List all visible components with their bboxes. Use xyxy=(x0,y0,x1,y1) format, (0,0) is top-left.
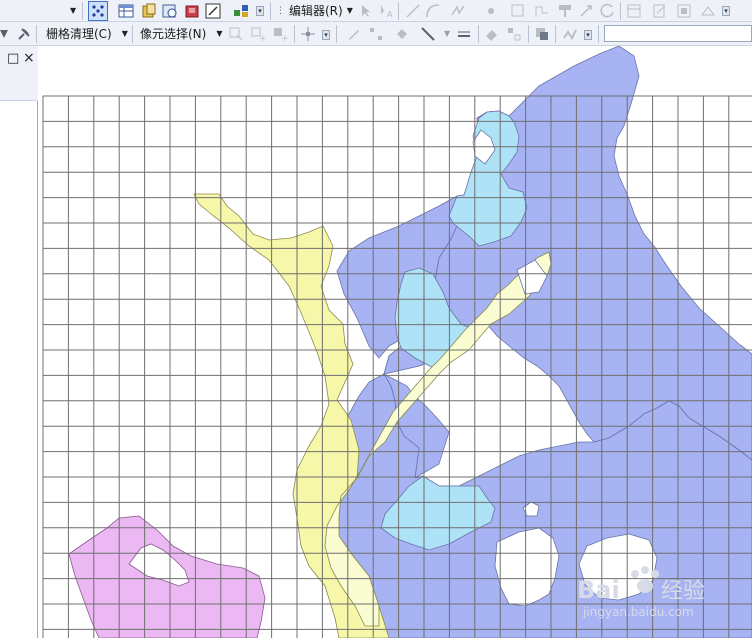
map-canvas[interactable]: Bai 经验 jingyan.baidu.com xyxy=(39,46,752,638)
table-icon[interactable] xyxy=(118,3,134,19)
map-display[interactable]: Bai 经验 jingyan.baidu.com xyxy=(39,46,752,638)
table-of-contents-panel: □ × xyxy=(0,46,38,638)
pencil-icon[interactable] xyxy=(346,26,362,42)
pin-icon[interactable]: □ xyxy=(7,52,19,66)
svg-text:A: A xyxy=(387,10,393,19)
endpoint-arc-icon[interactable] xyxy=(425,3,441,19)
cell-selection-menu[interactable]: 像元选择(N) ▼ xyxy=(140,22,223,45)
chevron-down-icon: ▼ xyxy=(121,29,128,38)
toolbar-separator xyxy=(398,2,399,20)
vertex-tool-icon[interactable] xyxy=(300,26,316,42)
toolbar-separator xyxy=(132,25,133,43)
search-window-icon[interactable] xyxy=(162,3,178,19)
generalize-icon[interactable] xyxy=(562,26,578,42)
raster-cleanup-menu[interactable]: 栅格清理(C) ▼ xyxy=(46,22,128,45)
chevron-down-icon: ▼ xyxy=(346,6,353,15)
toolbar-separator xyxy=(336,25,337,43)
erase-cells-icon[interactable] xyxy=(506,26,522,42)
svg-text:+: + xyxy=(259,34,266,42)
toolbar-dropdown-arrow[interactable]: ▼ xyxy=(66,0,76,21)
toolbar-row-2: 栅格清理(C) ▼ 像元选择(N) ▼ + + ▾ ▼ ▾ xyxy=(0,22,752,46)
straight-segment-icon[interactable] xyxy=(405,3,421,19)
model-builder-icon[interactable] xyxy=(233,3,249,19)
line-tool-icon[interactable] xyxy=(420,26,436,42)
vectorization-tool-icon[interactable] xyxy=(0,26,10,42)
paint-bucket-icon[interactable] xyxy=(394,26,410,42)
command-input[interactable] xyxy=(604,25,752,42)
watermark-brand-text: Bai xyxy=(577,576,620,604)
toolbar-separator xyxy=(620,2,621,20)
toolbar-options-chevron[interactable]: ▾ xyxy=(322,30,330,40)
select-features-icon[interactable] xyxy=(88,1,108,21)
cell-points-icon[interactable] xyxy=(368,26,384,42)
line-tool-dropdown[interactable]: ▼ xyxy=(440,22,450,45)
toolbar-separator xyxy=(294,25,295,43)
select-connected-cells-icon[interactable] xyxy=(228,26,244,42)
interactive-select-icon[interactable]: + xyxy=(250,26,267,44)
watermark-brand-text-2: 经验 xyxy=(661,579,705,604)
toolbox-icon[interactable] xyxy=(184,3,200,19)
toolbar-separator xyxy=(82,2,83,20)
close-icon[interactable]: × xyxy=(23,51,35,65)
toolbar-separator xyxy=(270,2,271,20)
fill-area-icon[interactable] xyxy=(534,26,550,42)
edit-tool-icon[interactable] xyxy=(358,3,374,19)
toolbar-separator xyxy=(36,25,37,43)
toolbar-separator xyxy=(598,25,599,43)
feature-properties-icon[interactable] xyxy=(676,3,692,19)
topology-icon[interactable] xyxy=(700,3,716,19)
toolbar-separator xyxy=(555,25,556,43)
toolbar-separator xyxy=(528,25,529,43)
sketch-properties-icon[interactable] xyxy=(652,3,668,19)
select-cells-add-icon[interactable]: + xyxy=(272,26,289,44)
toolbar-options-chevron[interactable]: ▾ xyxy=(256,6,264,16)
catalog-icon[interactable] xyxy=(141,3,157,19)
trace-icon[interactable] xyxy=(450,3,466,19)
raster-cleanup-label: 栅格清理(C) xyxy=(46,27,112,41)
toolbar-options-chevron[interactable]: ▾ xyxy=(722,6,730,16)
toolbar-options-chevron[interactable]: ▾ xyxy=(584,30,592,40)
toolbar-separator xyxy=(478,25,479,43)
cut-polygons-icon[interactable] xyxy=(557,3,573,19)
toolbar-row-1: ▼ ▾ ⋮ 编辑器(R) ▼ A ▾ xyxy=(0,0,752,22)
reshape-icon[interactable] xyxy=(534,3,550,19)
chevron-down-icon: ▼ xyxy=(216,29,223,38)
svg-text:+: + xyxy=(281,34,288,42)
line-width-icon[interactable] xyxy=(456,26,472,42)
grip-icon: ⋮ xyxy=(276,5,285,16)
split-icon[interactable] xyxy=(578,3,594,19)
python-window-icon[interactable] xyxy=(205,3,221,19)
edit-annotation-icon[interactable]: A xyxy=(378,3,394,19)
pin-tool-icon[interactable] xyxy=(16,26,32,42)
editor-menu-label: 编辑器(R) xyxy=(289,4,343,18)
edit-vertices-icon[interactable] xyxy=(510,3,526,19)
eraser-icon[interactable] xyxy=(484,26,500,42)
point-icon[interactable] xyxy=(483,3,499,19)
editor-menu[interactable]: ⋮ 编辑器(R) ▼ xyxy=(276,0,353,21)
cell-selection-label: 像元选择(N) xyxy=(140,27,207,41)
watermark-url: jingyan.baidu.com xyxy=(582,605,694,619)
attribute-table-icon[interactable] xyxy=(626,3,642,19)
panel-header: □ × xyxy=(0,46,38,101)
rotate-icon[interactable] xyxy=(600,3,616,19)
map-features xyxy=(68,46,752,638)
